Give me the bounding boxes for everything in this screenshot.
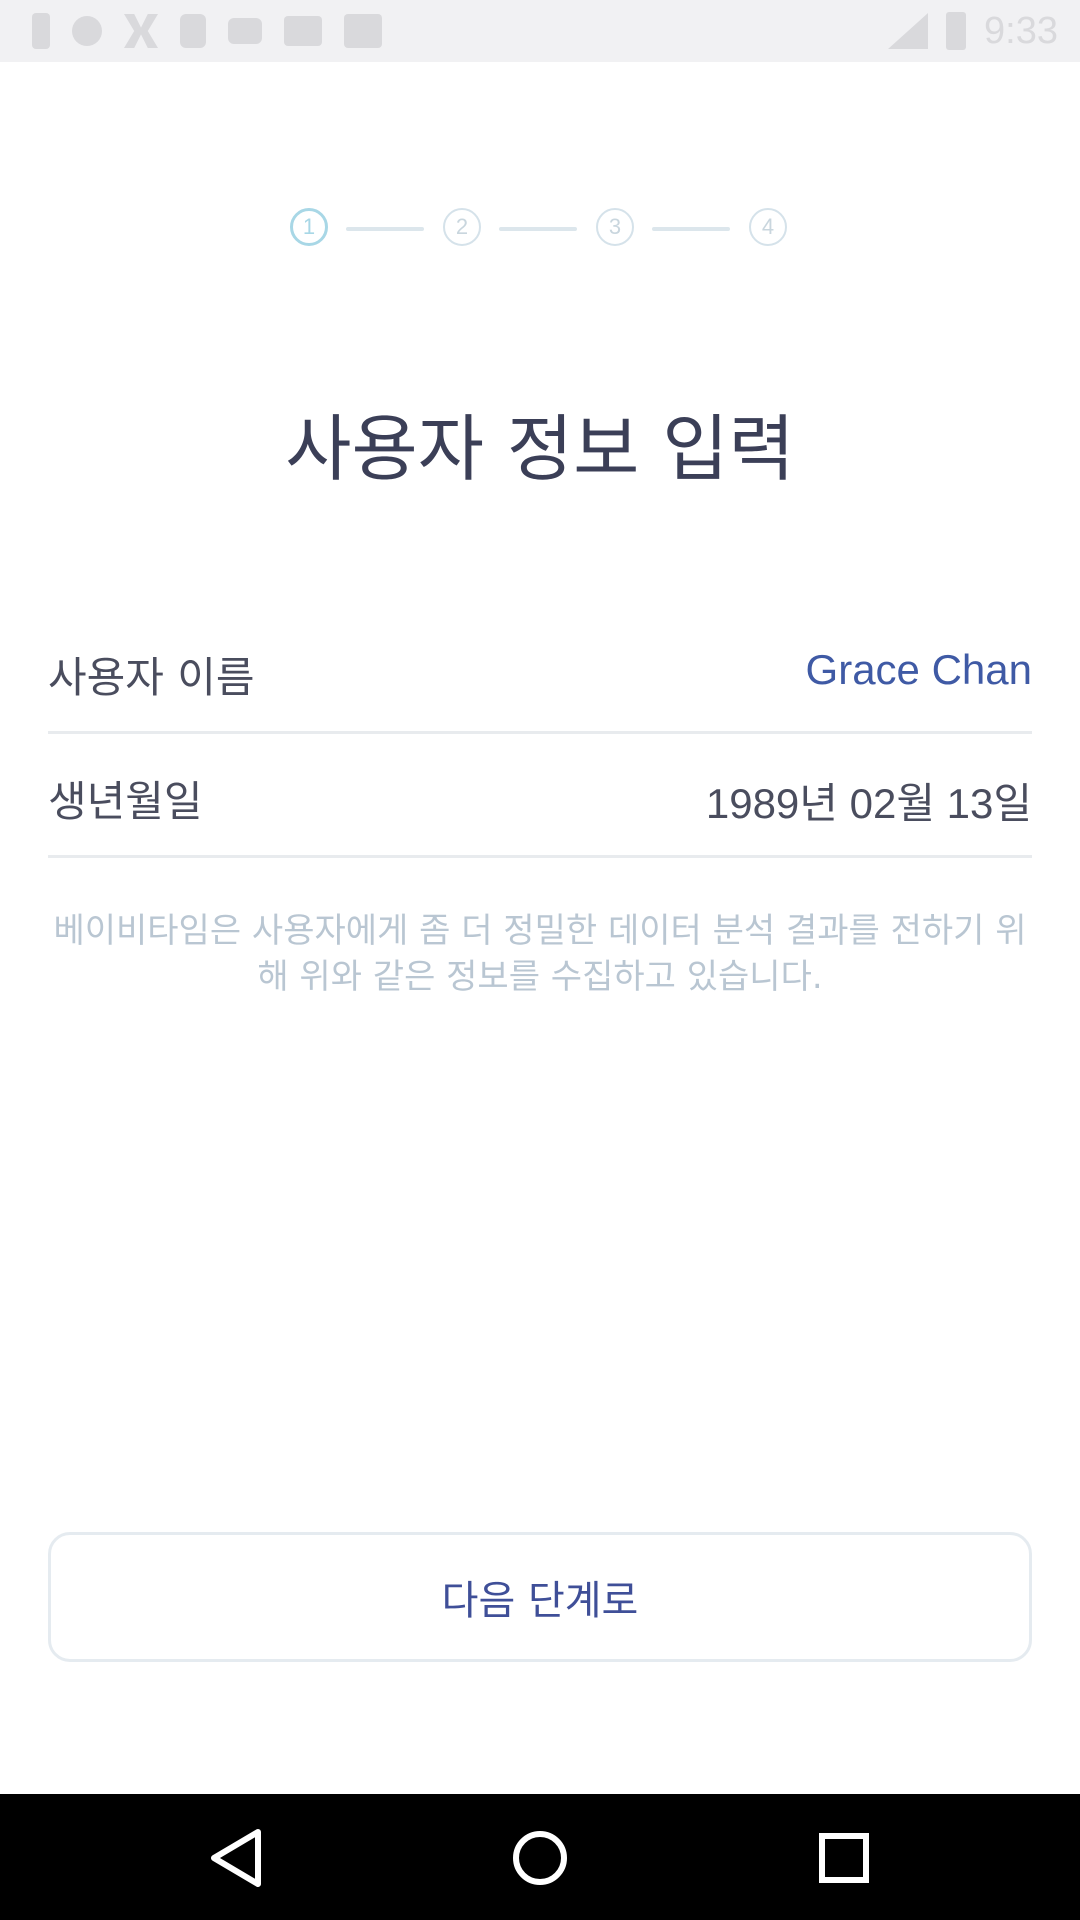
page-title: 사용자 정보 입력	[285, 407, 795, 491]
navigation-bar	[0, 1794, 1080, 1920]
step-connector	[499, 227, 577, 231]
birthdate-row[interactable]: 생년월일 1989년 02월 13일	[48, 736, 1032, 858]
home-icon[interactable]	[500, 1818, 580, 1898]
step-connector	[346, 227, 424, 231]
notification-icon	[124, 14, 158, 48]
back-icon[interactable]	[196, 1818, 276, 1898]
step-3: 3	[596, 208, 634, 246]
status-right: 9:33	[888, 8, 1058, 54]
privacy-notice: 베이비타임은 사용자에게 좀 더 정밀한 데이터 분석 결과를 전하기 위해 위…	[53, 911, 1027, 997]
name-value[interactable]: Grace Chan	[806, 646, 1032, 694]
notification-icons	[32, 10, 382, 52]
notification-icon	[72, 16, 102, 46]
bag-icon	[344, 14, 382, 48]
step-connector	[652, 227, 730, 231]
status-time: 9:33	[984, 9, 1058, 52]
next-step-button[interactable]: 다음 단계로	[48, 1532, 1032, 1662]
notification-icon	[228, 18, 262, 44]
birthdate-label: 생년월일	[48, 777, 203, 826]
step-2: 2	[443, 208, 481, 246]
status-bar: 9:33	[0, 0, 1080, 62]
name-row[interactable]: 사용자 이름 Grace Chan	[48, 612, 1032, 734]
battery-icon	[946, 12, 967, 50]
lock-icon	[180, 14, 206, 48]
name-label: 사용자 이름	[48, 653, 255, 702]
step-1: 1	[290, 208, 328, 246]
recent-apps-icon[interactable]	[804, 1818, 884, 1898]
step-4: 4	[749, 208, 787, 246]
birthdate-value[interactable]: 1989년 02월 13일	[706, 770, 1032, 831]
signal-icon	[888, 13, 929, 49]
notification-icon	[284, 16, 322, 46]
step-indicator: 1 2 3 4	[0, 208, 1080, 250]
notification-icon	[32, 13, 50, 49]
